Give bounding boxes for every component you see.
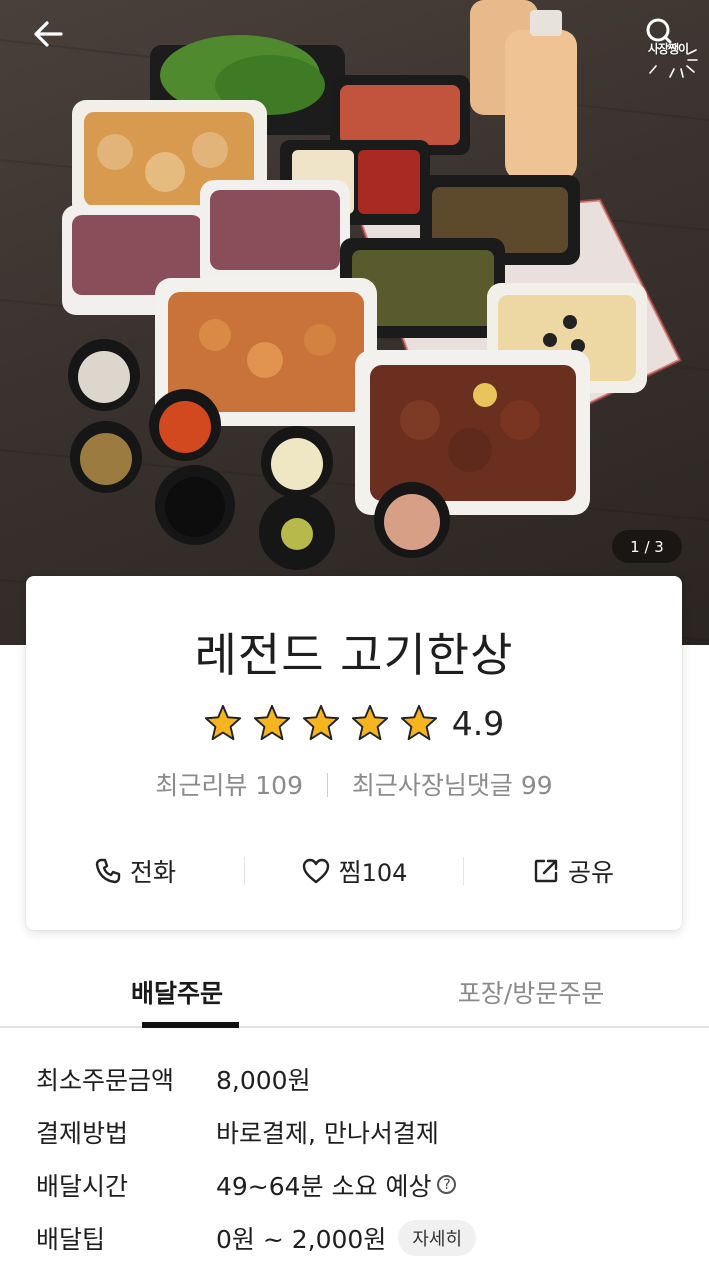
food-photo xyxy=(0,0,709,641)
tab-delivery[interactable]: 배달주문 xyxy=(0,960,354,1028)
tab-delivery-label: 배달주문 xyxy=(130,979,223,1008)
info-row-payment: 결제방법 바로결제, 만나서결제 xyxy=(36,1105,676,1158)
star-icon xyxy=(400,704,437,741)
call-label: 전화 xyxy=(129,858,176,887)
share-icon xyxy=(534,859,558,883)
share-button[interactable]: 공유 xyxy=(464,846,682,896)
info-value: 49~64분 소요 예상 ? xyxy=(216,1167,457,1203)
help-icon[interactable]: ? xyxy=(437,1175,457,1194)
recent-reviews-link[interactable]: 최근리뷰 109 xyxy=(155,771,303,800)
rating-row: 4.9 xyxy=(26,698,682,748)
info-value: 8,000원 xyxy=(216,1065,311,1095)
store-info-card: 레전드 고기한상 4.9 최근리뷰 109 최근사장님댓글 99 전화 찜104 xyxy=(26,576,682,930)
sticker-label: 사장쨍이 xyxy=(647,42,689,56)
info-value: 0원 ~ 2,000원 자세히 xyxy=(216,1219,477,1256)
info-label: 최소주문금액 xyxy=(36,1065,175,1095)
like-label: 찜104 xyxy=(338,858,408,887)
info-row-min-order: 최소주문금액 8,000원 xyxy=(36,1052,676,1105)
star-icon xyxy=(351,704,388,741)
page-indicator: 1 / 3 xyxy=(612,530,682,563)
tip-detail-button[interactable]: 자세히 xyxy=(398,1219,477,1256)
like-button[interactable]: 찜104 xyxy=(245,846,463,896)
tab-pickup-label: 포장/방문주문 xyxy=(457,979,605,1008)
info-label: 결제방법 xyxy=(36,1118,129,1148)
review-stats: 최근리뷰 109 최근사장님댓글 99 xyxy=(26,766,682,802)
info-value: 바로결제, 만나서결제 xyxy=(216,1118,439,1148)
info-label: 배달시간 xyxy=(36,1171,129,1201)
delivery-info: 최소주문금액 8,000원 결제방법 바로결제, 만나서결제 배달시간 49~6… xyxy=(36,1052,676,1264)
back-button[interactable] xyxy=(26,14,70,54)
heart-icon xyxy=(302,858,329,884)
order-type-tabs: 배달주문 포장/방문주문 xyxy=(0,960,709,1028)
info-label: 배달팁 xyxy=(36,1224,106,1254)
recent-owner-comments-link[interactable]: 최근사장님댓글 99 xyxy=(352,771,553,800)
rating-value: 4.9 xyxy=(451,703,505,743)
active-tab-indicator xyxy=(142,1022,239,1028)
star-icon xyxy=(204,704,241,741)
call-button[interactable]: 전화 xyxy=(26,846,244,896)
action-bar: 전화 찜104 공유 xyxy=(26,846,682,896)
share-label: 공유 xyxy=(567,858,614,887)
star-rating xyxy=(204,704,438,742)
info-row-delivery-time: 배달시간 49~64분 소요 예상 ? xyxy=(36,1158,676,1211)
phone-icon xyxy=(95,858,121,884)
tab-pickup[interactable]: 포장/방문주문 xyxy=(354,960,708,1026)
hero-photo[interactable]: 사장쨍이 1 / 3 xyxy=(0,0,709,645)
star-icon xyxy=(302,704,339,741)
star-icon xyxy=(253,704,290,741)
arrow-left-icon xyxy=(34,21,63,47)
owner-sticker[interactable]: 사장쨍이 xyxy=(636,14,700,80)
info-row-delivery-tip: 배달팁 0원 ~ 2,000원 자세히 xyxy=(36,1211,676,1264)
store-name: 레전드 고기한상 xyxy=(194,628,514,682)
stats-divider xyxy=(326,773,328,797)
like-count: 104 xyxy=(361,859,408,887)
